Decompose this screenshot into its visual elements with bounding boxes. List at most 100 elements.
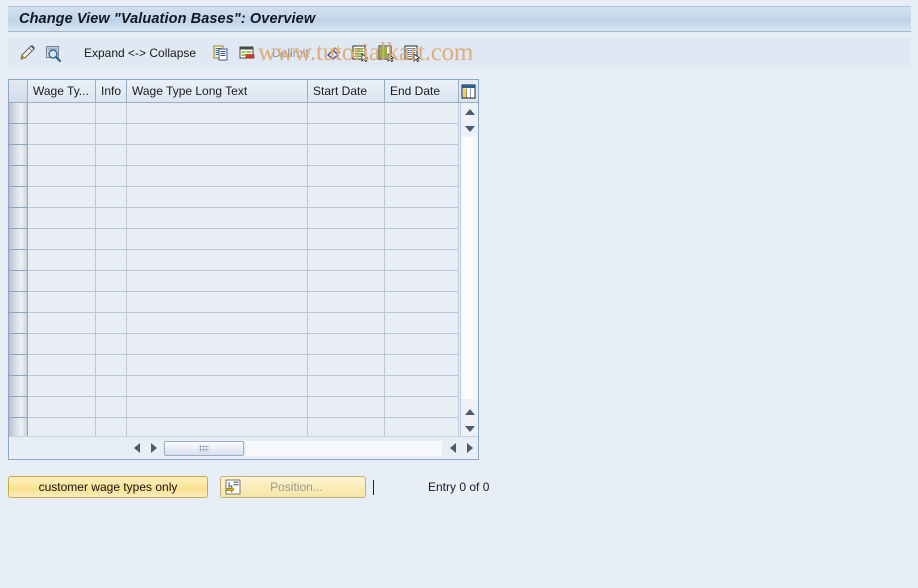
copy-as-button[interactable] bbox=[208, 41, 234, 65]
table-row[interactable] bbox=[9, 250, 460, 271]
table-cell-wage_type[interactable] bbox=[28, 355, 96, 376]
page-down-button[interactable] bbox=[461, 420, 478, 437]
table-cell-wage_type[interactable] bbox=[28, 292, 96, 313]
vertical-scrollbar[interactable] bbox=[460, 103, 478, 437]
table-cell-wage_type[interactable] bbox=[28, 418, 96, 437]
table-cell-end_date[interactable] bbox=[385, 334, 459, 355]
column-header-start-date[interactable]: Start Date bbox=[308, 80, 385, 103]
deselect-all-button[interactable] bbox=[373, 41, 399, 65]
table-cell-wage_type[interactable] bbox=[28, 208, 96, 229]
row-selector-button[interactable] bbox=[9, 145, 28, 166]
row-selector-button[interactable] bbox=[9, 208, 28, 229]
table-row[interactable] bbox=[9, 355, 460, 376]
table-row[interactable] bbox=[9, 187, 460, 208]
table-cell-start_date[interactable] bbox=[308, 208, 385, 229]
table-cell-long_text[interactable] bbox=[127, 397, 308, 418]
table-cell-long_text[interactable] bbox=[127, 229, 308, 250]
table-cell-start_date[interactable] bbox=[308, 145, 385, 166]
table-cell-start_date[interactable] bbox=[308, 166, 385, 187]
table-cell-end_date[interactable] bbox=[385, 145, 459, 166]
table-cell-start_date[interactable] bbox=[308, 229, 385, 250]
table-row[interactable] bbox=[9, 145, 460, 166]
scroll-right-button[interactable] bbox=[145, 440, 162, 457]
table-cell-info[interactable] bbox=[96, 271, 127, 292]
table-cell-wage_type[interactable] bbox=[28, 313, 96, 334]
table-cell-end_date[interactable] bbox=[385, 103, 459, 124]
table-cell-info[interactable] bbox=[96, 208, 127, 229]
table-cell-end_date[interactable] bbox=[385, 397, 459, 418]
table-cell-info[interactable] bbox=[96, 103, 127, 124]
table-cell-start_date[interactable] bbox=[308, 313, 385, 334]
column-header-wage-type[interactable]: Wage Ty... bbox=[28, 80, 96, 103]
scroll-up-button[interactable] bbox=[461, 103, 478, 120]
table-cell-end_date[interactable] bbox=[385, 166, 459, 187]
table-cell-long_text[interactable] bbox=[127, 313, 308, 334]
table-cell-wage_type[interactable] bbox=[28, 229, 96, 250]
table-cell-start_date[interactable] bbox=[308, 376, 385, 397]
table-cell-start_date[interactable] bbox=[308, 418, 385, 437]
display-button[interactable] bbox=[40, 41, 66, 65]
table-settings-button[interactable] bbox=[459, 80, 478, 103]
position-button[interactable]: Position... bbox=[220, 476, 366, 498]
table-row[interactable] bbox=[9, 313, 460, 334]
table-cell-wage_type[interactable] bbox=[28, 376, 96, 397]
table-cell-info[interactable] bbox=[96, 250, 127, 271]
table-cell-wage_type[interactable] bbox=[28, 145, 96, 166]
table-cell-long_text[interactable] bbox=[127, 271, 308, 292]
table-cell-info[interactable] bbox=[96, 124, 127, 145]
table-cell-info[interactable] bbox=[96, 187, 127, 208]
delete-row-button[interactable] bbox=[234, 41, 260, 65]
row-selector-button[interactable] bbox=[9, 292, 28, 313]
table-row[interactable] bbox=[9, 229, 460, 250]
table-cell-start_date[interactable] bbox=[308, 397, 385, 418]
table-cell-long_text[interactable] bbox=[127, 187, 308, 208]
customer-wage-types-only-button[interactable]: customer wage types only bbox=[8, 476, 208, 498]
table-cell-end_date[interactable] bbox=[385, 250, 459, 271]
table-cell-wage_type[interactable] bbox=[28, 187, 96, 208]
scroll-right-button-2[interactable] bbox=[461, 440, 478, 457]
horizontal-scroll-track[interactable] bbox=[246, 440, 442, 456]
table-cell-long_text[interactable] bbox=[127, 292, 308, 313]
scroll-left-button-2[interactable] bbox=[444, 440, 461, 457]
table-cell-start_date[interactable] bbox=[308, 334, 385, 355]
column-header-info[interactable]: Info bbox=[96, 80, 127, 103]
column-header-long-text[interactable]: Wage Type Long Text bbox=[127, 80, 308, 103]
table-cell-wage_type[interactable] bbox=[28, 334, 96, 355]
vertical-scroll-track[interactable] bbox=[461, 137, 478, 399]
undo-button[interactable] bbox=[321, 41, 347, 65]
table-row[interactable] bbox=[9, 334, 460, 355]
table-cell-end_date[interactable] bbox=[385, 292, 459, 313]
table-cell-start_date[interactable] bbox=[308, 103, 385, 124]
table-cell-info[interactable] bbox=[96, 334, 127, 355]
row-selector-button[interactable] bbox=[9, 250, 28, 271]
row-selector-button[interactable] bbox=[9, 334, 28, 355]
table-cell-long_text[interactable] bbox=[127, 418, 308, 437]
row-selector-button[interactable] bbox=[9, 124, 28, 145]
table-cell-start_date[interactable] bbox=[308, 355, 385, 376]
table-cell-long_text[interactable] bbox=[127, 124, 308, 145]
table-row[interactable] bbox=[9, 418, 460, 437]
table-cell-info[interactable] bbox=[96, 397, 127, 418]
table-cell-end_date[interactable] bbox=[385, 376, 459, 397]
table-row[interactable] bbox=[9, 292, 460, 313]
scroll-left-button[interactable] bbox=[128, 440, 145, 457]
row-selector-button[interactable] bbox=[9, 187, 28, 208]
table-cell-info[interactable] bbox=[96, 418, 127, 437]
table-cell-wage_type[interactable] bbox=[28, 271, 96, 292]
table-cell-end_date[interactable] bbox=[385, 418, 459, 437]
table-cell-end_date[interactable] bbox=[385, 124, 459, 145]
table-cell-end_date[interactable] bbox=[385, 355, 459, 376]
table-row[interactable] bbox=[9, 124, 460, 145]
table-cell-end_date[interactable] bbox=[385, 208, 459, 229]
table-cell-long_text[interactable] bbox=[127, 250, 308, 271]
expand-collapse-button[interactable]: Expand <-> Collapse bbox=[78, 46, 202, 60]
table-cell-long_text[interactable] bbox=[127, 334, 308, 355]
select-block-button[interactable] bbox=[399, 41, 425, 65]
horizontal-scroll-thumb[interactable] bbox=[164, 440, 244, 456]
table-cell-info[interactable] bbox=[96, 313, 127, 334]
table-cell-info[interactable] bbox=[96, 376, 127, 397]
table-cell-info[interactable] bbox=[96, 166, 127, 187]
table-cell-start_date[interactable] bbox=[308, 187, 385, 208]
table-cell-wage_type[interactable] bbox=[28, 124, 96, 145]
table-cell-info[interactable] bbox=[96, 145, 127, 166]
